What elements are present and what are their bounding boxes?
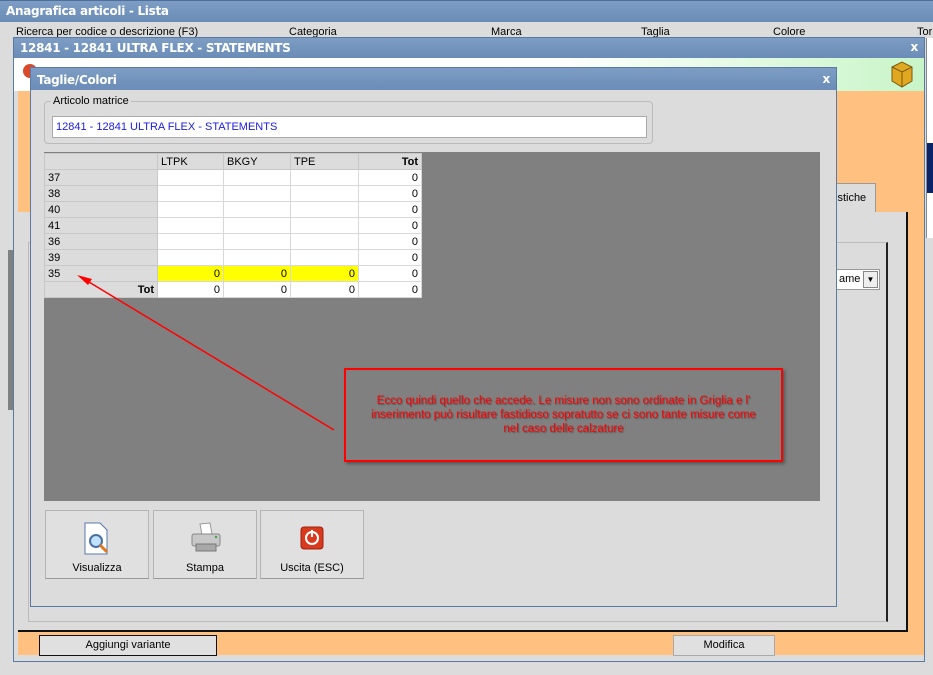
annotation-box: Ecco quindi quello che accede. Le misure… [344, 368, 783, 462]
annotation-arrow [77, 275, 335, 431]
annotation-text: Ecco quindi quello che accede. Le misure… [371, 395, 756, 435]
